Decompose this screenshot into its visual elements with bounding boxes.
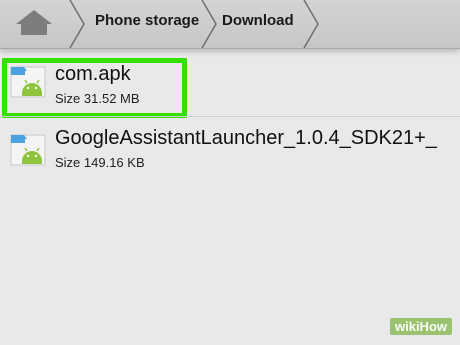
file-row[interactable]: com.apk Size 31.52 MB (0, 49, 460, 118)
breadcrumb-download[interactable]: Download (222, 12, 294, 29)
apk-file-icon (10, 134, 46, 166)
path-bar: Phone storage Download (0, 0, 460, 49)
selection-highlight (2, 58, 187, 118)
chevron-right-icon (69, 0, 85, 48)
chevron-right-icon (303, 0, 319, 48)
wikihow-watermark: wikiHow (389, 318, 452, 335)
file-name: GoogleAssistantLauncher_1.0.4_SDK21+_ (55, 127, 437, 149)
file-row[interactable]: GoogleAssistantLauncher_1.0.4_SDK21+_ Si… (0, 121, 460, 183)
file-size: Size 149.16 KB (55, 155, 145, 170)
divider (0, 116, 460, 117)
home-icon[interactable] (14, 8, 54, 36)
breadcrumb-phone-storage[interactable]: Phone storage (95, 12, 199, 29)
chevron-right-icon (201, 0, 217, 48)
